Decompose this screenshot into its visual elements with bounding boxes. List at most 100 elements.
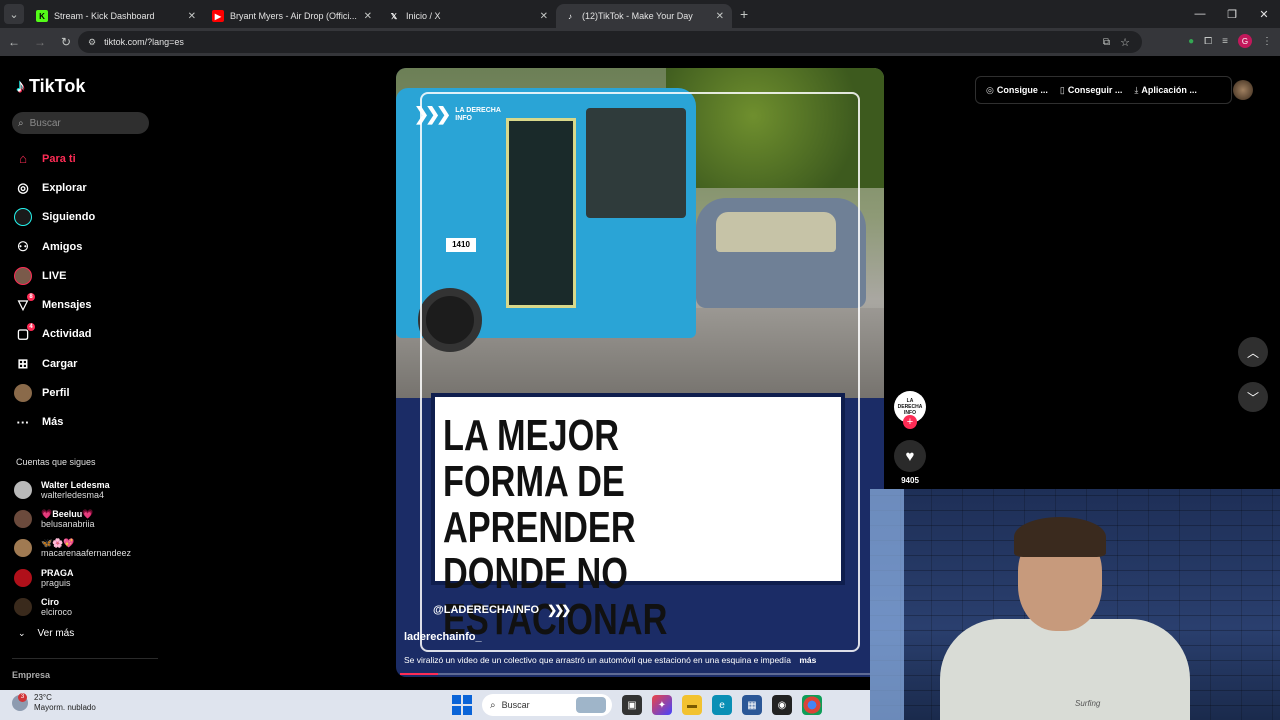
user-avatar[interactable]: [1233, 80, 1253, 100]
copilot-icon[interactable]: ✦: [652, 695, 672, 715]
tab-close-icon[interactable]: ✕: [716, 11, 724, 22]
action-label: Conseguir ...: [1067, 84, 1123, 95]
get-app-button[interactable]: ▯ Conseguir ...: [1060, 85, 1122, 96]
extension-icon[interactable]: ●: [1188, 36, 1194, 47]
chevron-down-icon: ﹀: [1246, 390, 1259, 405]
tab-close-icon[interactable]: ✕: [364, 11, 372, 22]
puzzle-icon[interactable]: ⧠: [1204, 36, 1212, 47]
get-coins-button[interactable]: ◎ Consigue ...: [986, 85, 1048, 96]
tab-close-icon[interactable]: ✕: [188, 11, 196, 22]
browser-tab[interactable]: 𝕏 Inicio / X ✕: [380, 4, 556, 28]
nav-label: Siguiendo: [42, 211, 96, 224]
like-count: 9405: [901, 476, 919, 485]
nav-perfil[interactable]: Perfil: [14, 378, 95, 407]
tab-search-icon[interactable]: ≡: [1222, 36, 1228, 47]
url-bar[interactable]: ⚙ tiktok.com/?lang=es ⧉ ☆: [78, 31, 1142, 53]
following-account[interactable]: Ciro elciroco: [14, 592, 131, 621]
nav-amigos[interactable]: ⚇ Amigos: [14, 232, 95, 261]
avatar: [14, 480, 32, 499]
edge-icon[interactable]: e: [712, 695, 732, 715]
top-actions-bar: ◎ Consigue ... ▯ Conseguir ... ⤓ Aplicación…: [975, 76, 1232, 104]
following-account[interactable]: PRAGA praguis: [14, 563, 131, 592]
following-account[interactable]: Walter Ledesma walterledesma4: [14, 475, 131, 504]
new-tab-button[interactable]: +: [740, 6, 748, 22]
following-account[interactable]: 🦋🌸💖 macarenaafernandeez: [14, 534, 131, 563]
divider: [12, 658, 158, 659]
browser-tab[interactable]: K Stream - Kick Dashboard ✕: [28, 4, 204, 28]
video-progress-bar[interactable]: [400, 673, 880, 675]
minimize-icon[interactable]: —: [1184, 0, 1216, 28]
browser-tab-active[interactable]: ♪ (12)TikTok - Make Your Day ✕: [556, 4, 732, 28]
nav-label: Perfil: [42, 387, 70, 400]
like-button[interactable]: ♥: [894, 440, 926, 472]
logo-text: TikTok: [29, 76, 86, 96]
video-player[interactable]: 1410 ❯❯❯ LA DERECHA INFO LA MEJOR FORMA …: [396, 68, 884, 677]
nav-mas[interactable]: ··· Más: [14, 408, 95, 437]
following-account[interactable]: 💗Beeluu💗 belusanabriia: [14, 504, 131, 533]
nav-label: Actividad: [42, 328, 92, 341]
weather-temp: 23°C: [34, 693, 52, 702]
weather-widget[interactable]: 3 23°C Mayorm. nublado: [12, 693, 96, 713]
chrome-icon[interactable]: [802, 695, 822, 715]
tab-title: Bryant Myers - Air Drop (Offici...: [230, 11, 357, 21]
weather-desc: Mayorm. nublado: [34, 703, 96, 712]
upload-icon: ⊞: [17, 355, 29, 371]
url-text: tiktok.com/?lang=es: [104, 37, 184, 47]
caption-more-link[interactable]: más: [799, 655, 816, 665]
download-icon: ⤓: [1134, 84, 1139, 95]
follow-plus-icon[interactable]: +: [903, 415, 917, 429]
video-author[interactable]: laderechainfo_: [404, 631, 482, 643]
taskbar-search[interactable]: ⌕ Buscar: [482, 694, 612, 716]
nav-live[interactable]: LIVE: [14, 261, 95, 290]
forward-icon[interactable]: →: [28, 30, 52, 54]
nav-para-ti[interactable]: ⌂ Para ti: [14, 144, 95, 173]
youtube-icon: ▶: [212, 10, 224, 22]
handle-overlay: @LADERECHAINFO ❯❯❯: [433, 603, 571, 617]
search-box[interactable]: ⌕: [12, 112, 149, 134]
next-video-button[interactable]: ﹀: [1238, 382, 1268, 412]
tab-search-button[interactable]: ⌄: [4, 4, 24, 24]
chevron-down-icon: ⌄: [9, 8, 19, 21]
profile-avatar[interactable]: G: [1238, 34, 1252, 48]
bookmark-star-icon[interactable]: ☆: [1120, 36, 1130, 49]
previous-video-button[interactable]: ︿: [1238, 337, 1268, 367]
restore-icon[interactable]: ❐: [1216, 0, 1248, 28]
desktop-app-button[interactable]: ⤓ Aplicación ...: [1134, 85, 1197, 96]
install-app-icon[interactable]: ⧉: [1103, 37, 1110, 48]
windows-start-icon[interactable]: [452, 695, 472, 715]
x-icon: 𝕏: [390, 11, 398, 21]
reload-icon[interactable]: ↻: [54, 30, 78, 54]
avatar: [14, 509, 32, 528]
nav-label: Para ti: [42, 152, 76, 165]
see-more-button[interactable]: ⌄ Ver más: [18, 628, 74, 639]
nav-cargar[interactable]: ⊞ Cargar: [14, 349, 95, 378]
search-input[interactable]: [29, 117, 130, 129]
nav-siguiendo[interactable]: Siguiendo: [14, 203, 95, 232]
caption-text: Se viralizó un video de un colectivo que…: [404, 655, 791, 665]
nav-mensajes[interactable]: ▽ 8 Mensajes: [14, 290, 95, 319]
nav-label: LIVE: [42, 269, 67, 282]
nav-explorar[interactable]: ◎ Explorar: [14, 173, 95, 202]
taskbar-search-label: Buscar: [501, 700, 530, 710]
following-section-title: Cuentas que sigues: [16, 457, 96, 467]
account-name: 💗Beeluu💗: [41, 508, 94, 519]
close-window-icon[interactable]: ✕: [1248, 0, 1280, 28]
account-handle: elciroco: [41, 606, 73, 617]
menu-kebab-icon[interactable]: ⋮: [1262, 36, 1272, 47]
home-icon: ⌂: [19, 151, 27, 167]
footer-empresa-link[interactable]: Empresa: [12, 670, 50, 680]
task-view-icon[interactable]: ▣: [622, 695, 642, 715]
browser-tab[interactable]: ▶ Bryant Myers - Air Drop (Offici... ✕: [204, 4, 380, 28]
store-icon[interactable]: ▦: [742, 695, 762, 715]
nav-actividad[interactable]: ▢ 4 Actividad: [14, 320, 95, 349]
tab-title: Stream - Kick Dashboard: [54, 11, 155, 21]
shirt-logo: Surfing: [1075, 699, 1101, 708]
tiktok-logo[interactable]: ♪ TikTok: [16, 76, 85, 97]
obs-icon[interactable]: ◉: [772, 695, 792, 715]
file-explorer-icon[interactable]: ▬: [682, 695, 702, 715]
back-icon[interactable]: ←: [2, 30, 26, 54]
live-avatar-icon: [14, 266, 32, 285]
tab-close-icon[interactable]: ✕: [540, 11, 548, 22]
account-handle: praguis: [41, 577, 71, 588]
site-info-icon[interactable]: ⚙: [88, 37, 96, 48]
